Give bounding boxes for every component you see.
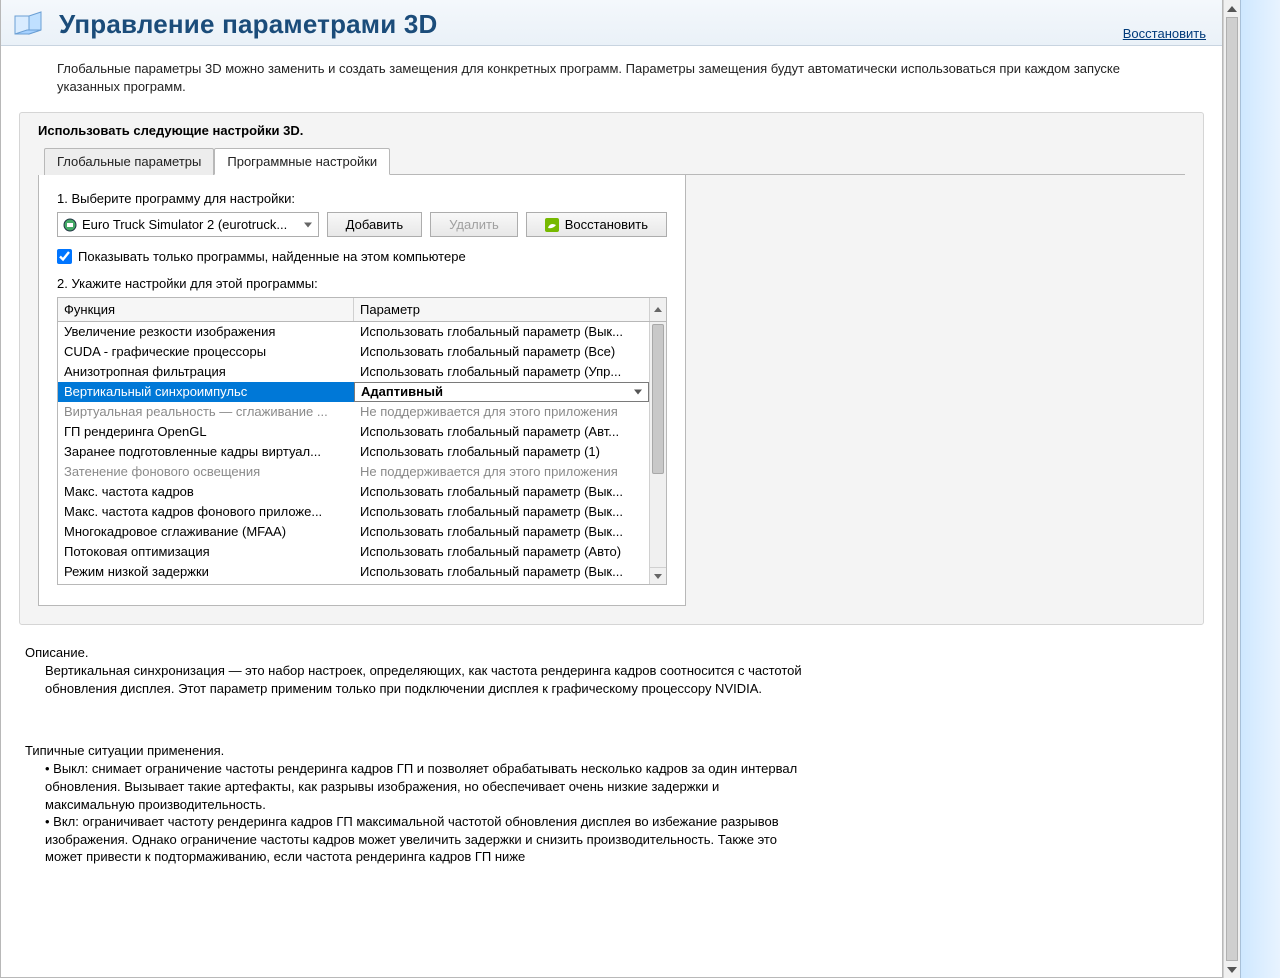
col-header-parameter[interactable]: Параметр <box>354 298 649 321</box>
row-parameter: Использовать глобальный параметр (Вык... <box>354 322 649 342</box>
description-body: Вертикальная синхронизация — это набор н… <box>45 662 805 697</box>
page-scrollbar[interactable] <box>1223 0 1240 978</box>
table-row[interactable]: Затенение фонового освещенияНе поддержив… <box>58 462 649 482</box>
tab-bar: Глобальные параметры Программные настрой… <box>44 148 1185 175</box>
page-scrollbar-thumb[interactable] <box>1226 17 1238 961</box>
row-function: Макс. частота кадров фонового приложе... <box>58 502 354 522</box>
table-row[interactable]: Макс. частота кадров фонового приложе...… <box>58 502 649 522</box>
row-function: Заранее подготовленные кадры виртуал... <box>58 442 354 462</box>
table-row[interactable]: Многокадровое сглаживание (MFAA)Использо… <box>58 522 649 542</box>
restore-defaults-link[interactable]: Восстановить <box>1123 26 1206 41</box>
table-row[interactable]: Режим низкой задержкиИспользовать глобал… <box>58 562 649 582</box>
scroll-down-button[interactable] <box>650 567 666 584</box>
table-row[interactable]: Заранее подготовленные кадры виртуал...И… <box>58 442 649 462</box>
row-parameter: Использовать глобальный параметр (Вык... <box>354 482 649 502</box>
page-header: Управление параметрами 3D Восстановить <box>1 0 1222 46</box>
row-function: CUDA - графические процессоры <box>58 342 354 362</box>
tab-global[interactable]: Глобальные параметры <box>44 148 214 175</box>
row-parameter: Не поддерживается для этого приложения <box>354 462 649 482</box>
row-function: Виртуальная реальность — сглаживание ... <box>58 402 354 422</box>
row-function: ГП рендеринга OpenGL <box>58 422 354 442</box>
description-heading: Описание. <box>25 645 1198 660</box>
row-parameter: Использовать глобальный параметр (Все) <box>354 342 649 362</box>
program-icon <box>62 217 78 233</box>
settings-table-header: Функция Параметр <box>58 298 666 322</box>
usage-heading: Типичные ситуации применения. <box>25 743 1198 758</box>
row-parameter: Использовать глобальный параметр (Авто) <box>354 542 649 562</box>
usage-body: • Выкл: снимает ограничение частоты ренд… <box>45 760 805 865</box>
table-row[interactable]: Увеличение резкости изображенияИспользов… <box>58 322 649 342</box>
table-row[interactable]: Макс. частота кадровИспользовать глобаль… <box>58 482 649 502</box>
table-row[interactable]: Потоковая оптимизацияИспользовать глобал… <box>58 542 649 562</box>
row-parameter: Использовать глобальный параметр (Авт... <box>354 422 649 442</box>
restore-button-label: Восстановить <box>565 217 648 232</box>
settings-group: Использовать следующие настройки 3D. Гло… <box>19 112 1204 625</box>
row-function: Анизотропная фильтрация <box>58 362 354 382</box>
table-row[interactable]: ГП рендеринга OpenGLИспользовать глобаль… <box>58 422 649 442</box>
row-function: Макс. частота кадров <box>58 482 354 502</box>
table-scrollbar[interactable] <box>649 322 666 584</box>
program-select[interactable]: Euro Truck Simulator 2 (eurotruck... <box>57 212 319 237</box>
row-function: Потоковая оптимизация <box>58 542 354 562</box>
usage-block: Типичные ситуации применения. • Выкл: сн… <box>1 697 1222 865</box>
intro-text: Глобальные параметры 3D можно заменить и… <box>1 46 1222 106</box>
table-row[interactable]: Виртуальная реальность — сглаживание ...… <box>58 402 649 422</box>
show-found-only-label: Показывать только программы, найденные н… <box>78 249 466 264</box>
row-parameter: Не поддерживается для этого приложения <box>354 402 649 422</box>
desktop-edge <box>1240 0 1280 978</box>
page-scroll-up-icon[interactable] <box>1224 0 1240 17</box>
group-title: Использовать следующие настройки 3D. <box>38 123 1185 138</box>
row-function: Многокадровое сглаживание (MFAA) <box>58 522 354 542</box>
table-row[interactable]: Вертикальный синхроимпульсАдаптивный <box>58 382 649 402</box>
row-parameter: Использовать глобальный параметр (Вык... <box>354 522 649 542</box>
page-scroll-down-icon[interactable] <box>1224 961 1240 978</box>
step2-label: 2. Укажите настройки для этой программы: <box>57 276 667 291</box>
tab-content: 1. Выберите программу для настройки: Eur… <box>38 175 686 606</box>
row-parameter-dropdown[interactable]: Адаптивный <box>354 382 649 402</box>
table-row[interactable]: CUDA - графические процессорыИспользоват… <box>58 342 649 362</box>
row-function: Затенение фонового освещения <box>58 462 354 482</box>
show-found-only-checkbox[interactable] <box>57 249 72 264</box>
row-function: Вертикальный синхроимпульс <box>58 382 354 402</box>
restore-button[interactable]: Восстановить <box>526 212 667 237</box>
row-parameter: Использовать глобальный параметр (Упр... <box>354 362 649 382</box>
col-header-function[interactable]: Функция <box>58 298 354 321</box>
scrollbar-thumb[interactable] <box>652 324 664 474</box>
tab-program[interactable]: Программные настройки <box>214 148 390 175</box>
table-row[interactable]: Анизотропная фильтрацияИспользовать глоб… <box>58 362 649 382</box>
header-3d-icon <box>13 10 49 40</box>
row-function: Увеличение резкости изображения <box>58 322 354 342</box>
row-function: Режим низкой задержки <box>58 562 354 582</box>
scroll-up-button[interactable] <box>649 298 666 321</box>
program-select-value: Euro Truck Simulator 2 (eurotruck... <box>82 217 287 232</box>
settings-table: Функция Параметр Увеличение резкости изо… <box>57 297 667 585</box>
row-parameter: Использовать глобальный параметр (Вык... <box>354 562 649 582</box>
nvidia-icon <box>545 218 559 232</box>
remove-button: Удалить <box>430 212 518 237</box>
description-block: Описание. Вертикальная синхронизация — э… <box>1 625 1222 697</box>
page-title: Управление параметрами 3D <box>59 9 437 40</box>
step1-label: 1. Выберите программу для настройки: <box>57 191 667 206</box>
add-button[interactable]: Добавить <box>327 212 422 237</box>
row-parameter: Использовать глобальный параметр (Вык... <box>354 502 649 522</box>
row-parameter: Использовать глобальный параметр (1) <box>354 442 649 462</box>
